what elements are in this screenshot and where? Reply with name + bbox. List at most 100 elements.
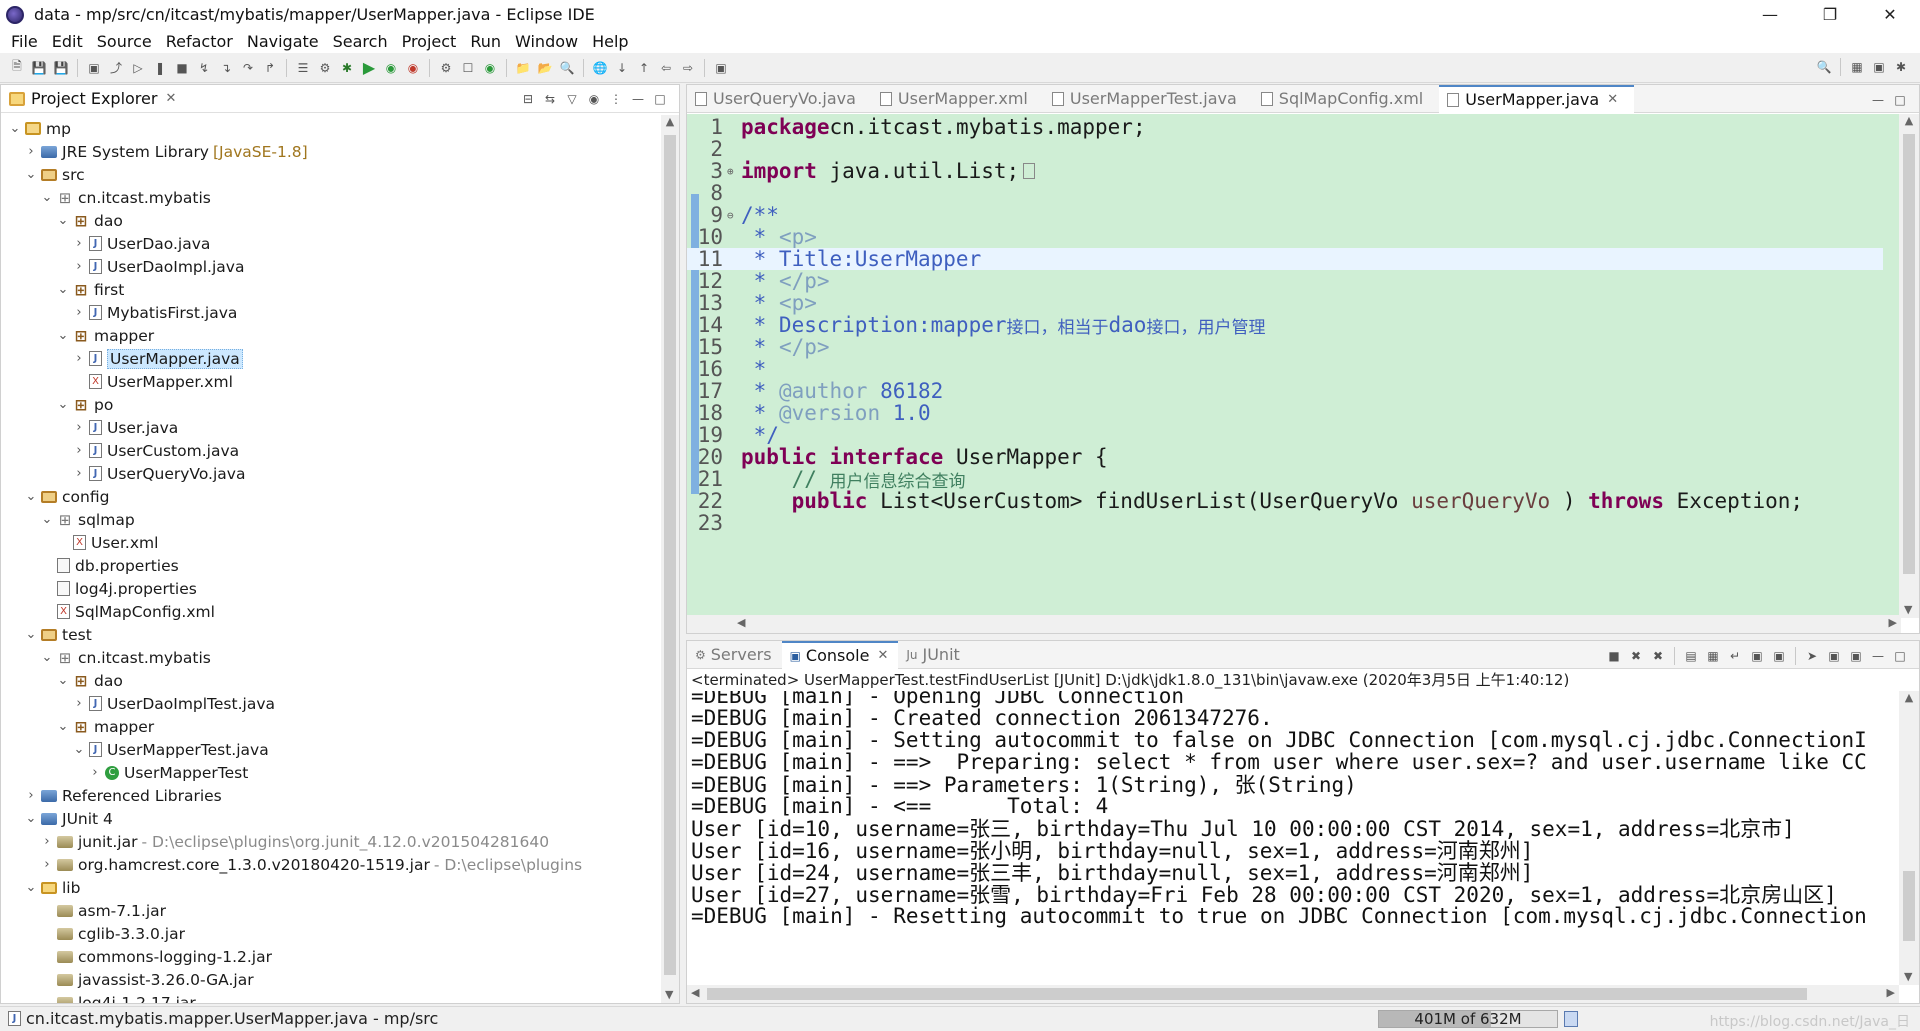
menu-window[interactable]: Window <box>508 32 585 51</box>
code-line[interactable]: 18 * @version 1.0 <box>687 401 1883 425</box>
tree-item[interactable]: X SqlMapConfig.xml <box>1 600 661 623</box>
chevron-right-icon[interactable]: › <box>71 443 87 458</box>
chevron-right-icon[interactable]: › <box>71 259 87 274</box>
build-icon[interactable]: ⚙ <box>316 59 334 77</box>
tree-item[interactable]: › Referenced Libraries <box>1 784 661 807</box>
pin-console-icon[interactable]: ➤ <box>1803 647 1821 665</box>
pin-editor-icon[interactable]: ▣ <box>712 59 730 77</box>
chevron-right-icon[interactable]: › <box>23 788 39 803</box>
scroll-right-icon[interactable]: ▶ <box>1889 616 1897 629</box>
view-menu-icon[interactable]: ⋮ <box>607 90 625 108</box>
tree-item[interactable]: ⌄ ⊞ sqlmap <box>1 508 661 531</box>
tree-item[interactable]: db.properties <box>1 554 661 577</box>
console-hscroll-thumb[interactable] <box>707 988 1807 1000</box>
back-icon[interactable]: ⇦ <box>657 59 675 77</box>
minimize-button[interactable]: — <box>1740 0 1800 29</box>
chevron-right-icon[interactable]: › <box>39 834 55 849</box>
chevron-down-icon[interactable]: ⌄ <box>55 213 71 228</box>
close-window-button[interactable]: ✕ <box>1860 0 1920 29</box>
code-line[interactable]: 15 * </p> <box>687 335 1883 359</box>
tree-item[interactable]: › J UserDaoImpl.java <box>1 255 661 278</box>
open-console-icon[interactable]: ▣ <box>1847 647 1865 665</box>
code-line[interactable]: 11 * Title:UserMapper <box>687 247 1883 271</box>
minimize-view-icon[interactable]: — <box>629 90 647 108</box>
scroll-left-icon[interactable]: ◀ <box>691 986 699 999</box>
tree-item[interactable]: ⌄ mp <box>1 117 661 140</box>
garbage-collect-icon[interactable] <box>1564 1011 1578 1027</box>
scroll-up-icon[interactable]: ▲ <box>661 115 679 128</box>
save-icon[interactable]: 💾 <box>30 59 48 77</box>
code-line[interactable]: 20 public interface UserMapper { <box>687 445 1883 469</box>
clear-console-icon[interactable]: ▤ <box>1682 647 1700 665</box>
java-ee-perspective-icon[interactable]: ▣ <box>1870 58 1888 76</box>
chevron-down-icon[interactable]: ⌄ <box>71 742 87 757</box>
tree-item[interactable]: ⌄ ⊞ po <box>1 393 661 416</box>
tree-item[interactable]: ⌄ ⊞ cn.itcast.mybatis <box>1 646 661 669</box>
show-on-output-icon[interactable]: ▣ <box>1748 647 1766 665</box>
open-perspective-icon[interactable]: ▦ <box>1848 58 1866 76</box>
display-console-icon[interactable]: ▣ <box>1825 647 1843 665</box>
new-package-icon[interactable]: ☐ <box>459 59 477 77</box>
explorer-scrollbar[interactable]: ▲ ▼ <box>661 115 679 1003</box>
menu-project[interactable]: Project <box>395 32 464 51</box>
folded-import-marker[interactable] <box>1023 163 1036 179</box>
tree-item[interactable]: ⌄ ⊞ dao <box>1 209 661 232</box>
close-icon[interactable]: ✕ <box>165 91 176 106</box>
tree-item[interactable]: › JRE System Library [JavaSE-1.8] <box>1 140 661 163</box>
chevron-right-icon[interactable]: › <box>39 857 55 872</box>
remove-all-icon[interactable]: ✖ <box>1649 647 1667 665</box>
tree-item[interactable]: log4j-1.2.17.jar <box>1 991 661 1003</box>
tree-item[interactable]: ⌄ ⊞ first <box>1 278 661 301</box>
minimize-console-icon[interactable]: — <box>1869 647 1887 665</box>
globe-icon[interactable]: 🌐 <box>591 59 609 77</box>
code-line[interactable]: 12 * </p> <box>687 269 1883 293</box>
chevron-right-icon[interactable]: › <box>71 305 87 320</box>
chevron-right-icon[interactable]: › <box>71 466 87 481</box>
minimize-editor-icon[interactable]: — <box>1869 91 1887 109</box>
chevron-down-icon[interactable]: ⌄ <box>55 282 71 297</box>
code-line[interactable]: 13 * <p> <box>687 291 1883 315</box>
tree-item[interactable]: › org.hamcrest.core_1.3.0.v20180420-1519.… <box>1 853 661 876</box>
skip-breakpoints-icon[interactable]: ⤴ <box>107 59 125 77</box>
step-into-icon[interactable]: ↴ <box>217 59 235 77</box>
next-annotation-icon[interactable]: ↓ <box>613 59 631 77</box>
previous-annotation-icon[interactable]: ↑ <box>635 59 653 77</box>
code-line[interactable]: 2 <box>687 137 1883 161</box>
code-line[interactable]: 19 */ <box>687 423 1883 447</box>
forward-icon[interactable]: ⇨ <box>679 59 697 77</box>
tree-item[interactable]: ⌄ config <box>1 485 661 508</box>
chevron-down-icon[interactable]: ⌄ <box>39 650 55 665</box>
run-icon[interactable]: ▶ <box>360 58 378 77</box>
code-line[interactable]: 9 ⊖/** <box>687 203 1883 227</box>
scroll-left-icon[interactable]: ◀ <box>737 616 745 629</box>
tree-item[interactable]: › J UserCustom.java <box>1 439 661 462</box>
console-hscrollbar[interactable]: ◀ ▶ <box>687 985 1899 1003</box>
code-line[interactable]: 3 ⊕ import java.util.List; <box>687 159 1883 183</box>
chevron-down-icon[interactable]: ⌄ <box>23 489 39 504</box>
open-type-icon[interactable]: 📁 <box>514 59 532 77</box>
tree-item[interactable]: ⌄ ⊞ cn.itcast.mybatis <box>1 186 661 209</box>
external-tools-icon[interactable]: ◉ <box>404 59 422 77</box>
chevron-down-icon[interactable]: ⌄ <box>23 811 39 826</box>
tree-item[interactable]: javassist-3.26.0-GA.jar <box>1 968 661 991</box>
code-line[interactable]: 1 package cn.itcast.mybatis.mapper; <box>687 115 1883 139</box>
tree-item[interactable]: ⌄ JUnit 4 <box>1 807 661 830</box>
maximize-console-icon[interactable]: □ <box>1891 647 1909 665</box>
tree-item[interactable]: ⌄ ⊞ mapper <box>1 715 661 738</box>
chevron-down-icon[interactable]: ⌄ <box>39 190 55 205</box>
debug-icon[interactable]: ✱ <box>338 59 356 77</box>
chevron-down-icon[interactable]: ⌄ <box>39 512 55 527</box>
tree-item[interactable]: › junit.jar - D:\eclipse\plugins\org.junit… <box>1 830 661 853</box>
tree-item[interactable]: ⌄ test <box>1 623 661 646</box>
tree-item[interactable]: asm-7.1.jar <box>1 899 661 922</box>
terminate-console-icon[interactable]: ■ <box>1605 647 1623 665</box>
disconnect-icon[interactable]: ↯ <box>195 59 213 77</box>
project-explorer-tab[interactable]: Project Explorer ✕ <box>1 85 186 113</box>
editor-tab[interactable]: SqlMapConfig.xml <box>1253 85 1439 113</box>
explorer-scroll-thumb[interactable] <box>664 135 676 975</box>
tree-item[interactable]: › J UserQueryVo.java <box>1 462 661 485</box>
tree-item[interactable]: ⌄ src <box>1 163 661 186</box>
chevron-down-icon[interactable]: ⌄ <box>7 121 23 136</box>
new-java-project-icon[interactable]: ⚙ <box>437 59 455 77</box>
collapse-fold-icon[interactable]: ⊖ <box>727 209 741 222</box>
